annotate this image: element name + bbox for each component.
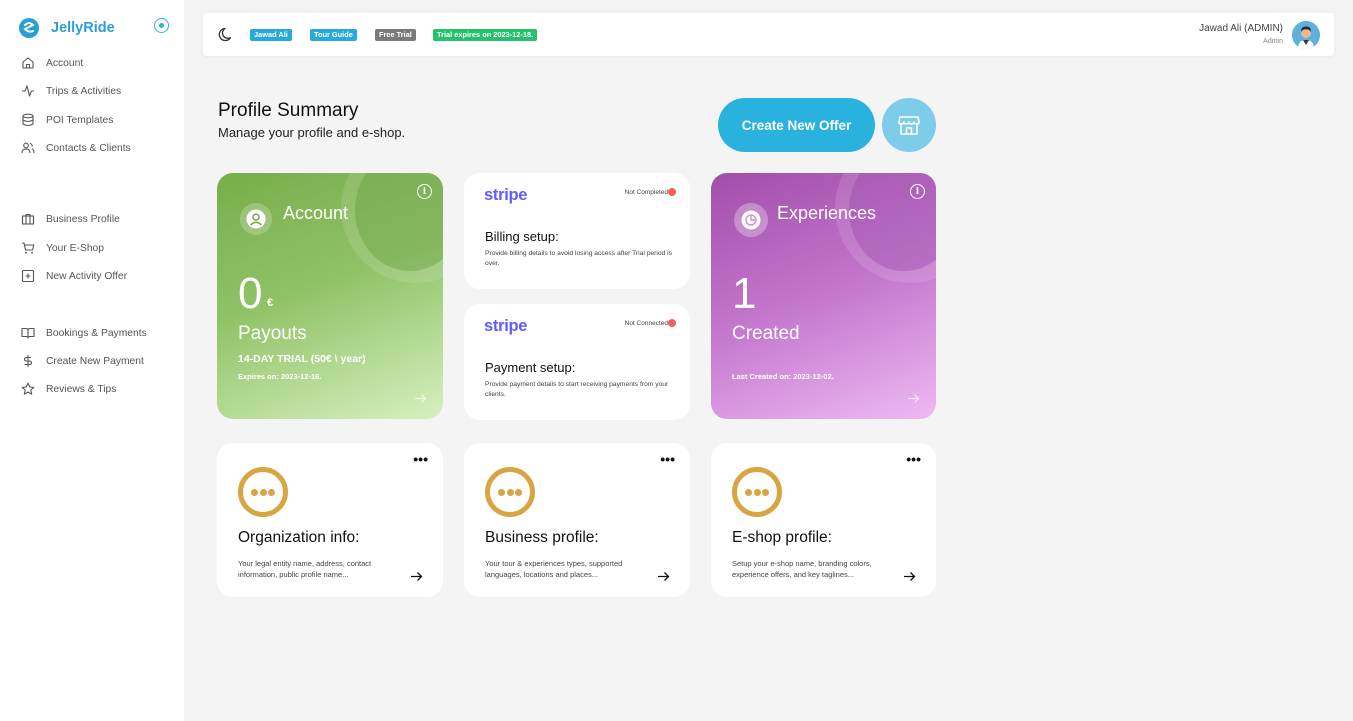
business-profile-title: Business profile: <box>485 529 599 546</box>
created-label: Created <box>732 323 800 344</box>
sidebar-item-label: Your E-Shop <box>46 242 105 254</box>
page-title: Profile Summary <box>218 100 359 121</box>
status-dot <box>668 319 676 327</box>
account-card[interactable]: i Account 0 € Payouts 14-DAY TRIAL (50€ … <box>217 173 443 419</box>
top-bar: Jawad Ali Tour Guide Free Trial Trial ex… <box>203 13 1334 56</box>
cart-icon <box>22 242 35 254</box>
pie-chart-icon <box>734 203 768 237</box>
user-role: Admin <box>1263 38 1283 45</box>
badge-role: Tour Guide <box>310 29 357 41</box>
pending-status-icon <box>732 467 782 517</box>
sidebar-item-label: Create New Payment <box>46 355 144 367</box>
sidebar-item-e-shop[interactable]: Your E-Shop <box>21 238 104 258</box>
stripe-logo: stripe <box>484 317 528 335</box>
organization-info-description: Your legal entity name, address, contact… <box>238 559 372 579</box>
arrow-right-icon[interactable] <box>414 392 427 405</box>
sidebar-item-trips[interactable]: Trips & Activities <box>21 81 121 101</box>
database-icon <box>22 113 34 127</box>
payment-setup-title: Payment setup: <box>485 360 576 375</box>
star-icon <box>21 382 35 395</box>
sidebar-item-label: Business Profile <box>46 213 120 225</box>
billing-setup-card[interactable]: stripe Not Completed Billing setup: Prov… <box>464 173 690 289</box>
billing-setup-title: Billing setup: <box>485 229 559 244</box>
sidebar-item-contacts[interactable]: Contacts & Clients <box>21 138 131 158</box>
experiences-card-title: Experiences <box>777 203 877 223</box>
account-card-title: Account <box>283 203 349 223</box>
user-circle-icon <box>240 203 272 235</box>
storefront-button[interactable] <box>882 98 936 152</box>
book-open-icon <box>21 327 35 339</box>
sidebar-item-reviews[interactable]: Reviews & Tips <box>21 379 116 399</box>
billing-status: Not Completed <box>624 189 668 196</box>
pending-status-icon <box>485 467 535 517</box>
brand[interactable]: JellyRide <box>19 18 115 38</box>
brand-name: JellyRide <box>51 20 115 36</box>
more-menu-icon[interactable]: ••• <box>660 451 675 467</box>
sidebar-item-bookings[interactable]: Bookings & Payments <box>21 323 147 343</box>
badge-trial-expiry: Trial expires on 2023-12-18. <box>433 29 538 41</box>
billing-setup-description: Provide billing details to avoid losing … <box>485 250 672 267</box>
organization-info-title: Organization info: <box>238 529 360 546</box>
stripe-logo: stripe <box>484 186 528 204</box>
avatar-image <box>1292 21 1320 49</box>
page-subtitle: Manage your profile and e-shop. <box>218 125 406 140</box>
activity-icon <box>22 85 34 97</box>
payment-setup-description: Provide payment details to start receivi… <box>485 381 669 398</box>
business-profile-card[interactable]: ••• Business profile: Your tour & experi… <box>464 443 690 597</box>
payment-setup-card[interactable]: stripe Not Connected Payment setup: Prov… <box>464 304 690 420</box>
moon-icon[interactable] <box>218 26 235 43</box>
storefront-icon <box>898 116 920 135</box>
expiry-date: Expires on: 2023-12-16. <box>238 372 322 381</box>
e-shop-profile-title: E-shop profile: <box>732 529 832 546</box>
badge-user: Jawad Ali <box>250 29 292 41</box>
more-menu-icon[interactable]: ••• <box>413 451 428 467</box>
sidebar-item-account[interactable]: Account <box>21 53 83 73</box>
sidebar-item-business-profile[interactable]: Business Profile <box>21 209 120 229</box>
sidebar-item-label: Bookings & Payments <box>46 327 147 339</box>
sidebar: JellyRide Account Trips & Activities POI… <box>0 0 184 721</box>
experiences-card[interactable]: i Experiences 1 Created Last Created on:… <box>711 173 936 419</box>
sidebar-item-label: Account <box>46 57 84 69</box>
plus-square-icon <box>21 269 35 283</box>
pending-status-icon <box>238 467 288 517</box>
more-menu-icon[interactable]: ••• <box>906 451 921 467</box>
currency-symbol: € <box>267 297 274 309</box>
user-name[interactable]: Jawad Ali (ADMIN) <box>1199 23 1283 34</box>
payout-amount: 0 <box>238 269 263 318</box>
organization-info-card[interactable]: ••• Organization info: Your legal entity… <box>217 443 443 597</box>
arrow-right-icon[interactable] <box>410 570 423 583</box>
sidebar-toggle-icon[interactable] <box>154 18 169 33</box>
sidebar-item-new-activity-offer[interactable]: New Activity Offer <box>21 266 127 286</box>
sidebar-item-label: Trips & Activities <box>46 85 122 97</box>
status-dot <box>668 188 676 196</box>
sidebar-item-label: POI Templates <box>46 114 114 126</box>
arrow-right-icon[interactable] <box>657 570 670 583</box>
dollar-icon <box>23 355 33 367</box>
sidebar-item-poi-templates[interactable]: POI Templates <box>21 110 113 130</box>
briefcase-icon <box>21 213 35 225</box>
info-icon[interactable]: i <box>417 184 432 199</box>
avatar[interactable] <box>1292 21 1320 49</box>
jellyride-logo-icon <box>19 18 39 38</box>
trial-info: 14-DAY TRIAL (50€ \ year) <box>238 353 366 365</box>
arrow-right-icon[interactable] <box>907 392 920 405</box>
info-icon[interactable]: i <box>910 184 925 199</box>
sidebar-item-label: Contacts & Clients <box>46 142 131 154</box>
arrow-right-icon[interactable] <box>903 570 916 583</box>
home-icon <box>22 57 34 69</box>
users-icon <box>21 142 35 154</box>
business-profile-description: Your tour & experiences types, supported… <box>485 559 623 579</box>
sidebar-item-create-payment[interactable]: Create New Payment <box>21 351 144 371</box>
badge-plan: Free Trial <box>375 29 416 41</box>
payment-status: Not Connected <box>624 320 668 327</box>
e-shop-profile-description: Setup your e-shop name, branding colors,… <box>732 559 872 579</box>
create-new-offer-button[interactable]: Create New Offer <box>718 98 875 152</box>
last-created-date: Last Created on: 2023-12-02. <box>732 372 834 381</box>
sidebar-item-label: New Activity Offer <box>46 270 128 282</box>
payouts-label: Payouts <box>238 323 307 344</box>
sidebar-item-label: Reviews & Tips <box>46 383 117 395</box>
e-shop-profile-card[interactable]: ••• E-shop profile: Setup your e-shop na… <box>711 443 936 597</box>
experiences-count: 1 <box>732 269 757 318</box>
